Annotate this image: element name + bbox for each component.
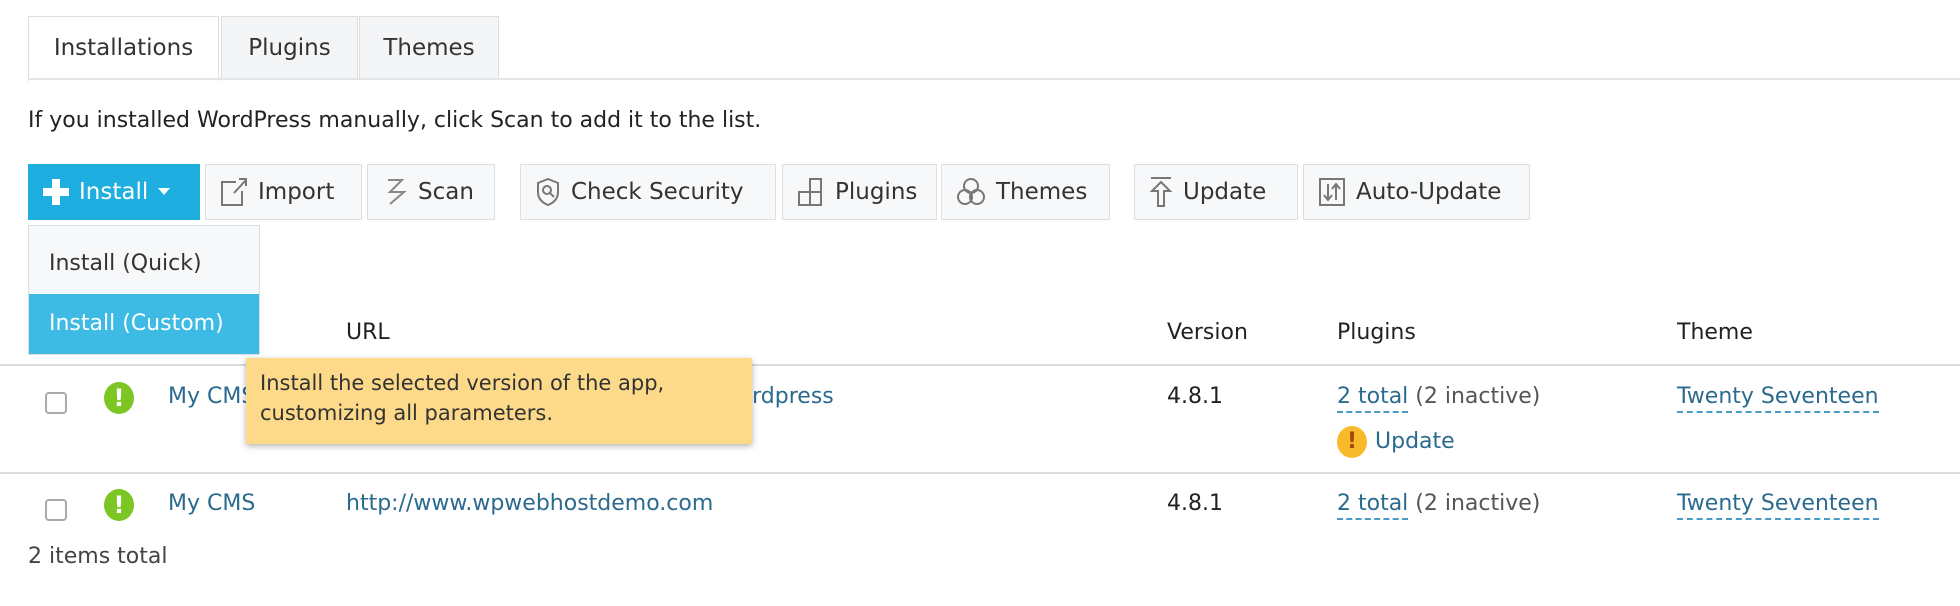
auto-update-label: Auto-Update xyxy=(1356,179,1502,205)
import-button[interactable]: Import xyxy=(205,164,362,220)
theme-link[interactable]: Twenty Seventeen xyxy=(1677,491,1879,520)
tab-installations[interactable]: Installations xyxy=(28,16,219,81)
install-dropdown-menu: Install (Quick) Install (Custom) xyxy=(28,225,260,355)
plugins-inactive: (2 inactive) xyxy=(1415,384,1541,409)
plugins-total-link[interactable]: 2 total xyxy=(1337,491,1409,520)
column-header-url[interactable]: URL xyxy=(346,320,390,345)
scan-button[interactable]: Scan xyxy=(367,164,495,220)
status-ok-icon: ! xyxy=(104,489,134,521)
installation-url-link[interactable]: http://www.wpwebhostdemo.com xyxy=(346,491,713,516)
theme-link[interactable]: Twenty Seventeen xyxy=(1677,384,1879,413)
auto-update-icon xyxy=(1319,178,1345,206)
plugins-icon xyxy=(798,178,822,206)
items-total: 2 items total xyxy=(28,544,168,569)
update-button[interactable]: Update xyxy=(1134,164,1298,220)
check-security-label: Check Security xyxy=(571,179,744,205)
version-value: 4.8.1 xyxy=(1167,384,1223,409)
row-checkbox[interactable] xyxy=(45,499,67,521)
plugins-label: Plugins xyxy=(835,179,918,205)
plugins-button[interactable]: Plugins xyxy=(782,164,937,220)
import-label: Import xyxy=(258,179,335,205)
plugins-update-link[interactable]: Update xyxy=(1375,429,1455,454)
row-divider xyxy=(0,472,1960,474)
auto-update-button[interactable]: Auto-Update xyxy=(1303,164,1530,220)
column-header-theme[interactable]: Theme xyxy=(1677,320,1753,345)
themes-icon xyxy=(957,178,985,205)
tab-divider xyxy=(28,78,1960,80)
scan-hint: If you installed WordPress manually, cli… xyxy=(28,108,762,133)
column-header-version[interactable]: Version xyxy=(1167,320,1248,345)
version-value: 4.8.1 xyxy=(1167,491,1223,516)
row-checkbox[interactable] xyxy=(45,392,67,414)
scan-label: Scan xyxy=(418,179,474,205)
themes-button[interactable]: Themes xyxy=(941,164,1110,220)
update-arrow-icon xyxy=(1149,177,1173,207)
tooltip: Install the selected version of the app,… xyxy=(246,358,752,444)
tooltip-line: customizing all parameters. xyxy=(260,401,554,425)
caret-down-icon xyxy=(158,188,171,195)
install-label: Install xyxy=(79,179,149,205)
installation-name-link[interactable]: My CMS xyxy=(168,491,255,516)
shield-icon xyxy=(537,177,559,207)
plugins-update[interactable]: ! Update xyxy=(1337,426,1455,458)
menu-item-install-custom[interactable]: Install (Custom) xyxy=(29,294,259,354)
warning-icon: ! xyxy=(1337,426,1367,458)
import-icon xyxy=(221,178,247,206)
plus-icon xyxy=(43,179,69,205)
status-ok-icon: ! xyxy=(104,382,134,414)
menu-item-install-quick[interactable]: Install (Quick) xyxy=(29,234,259,294)
tab-plugins[interactable]: Plugins xyxy=(221,16,358,79)
tab-themes[interactable]: Themes xyxy=(359,16,499,79)
installation-name-link[interactable]: My CMS xyxy=(168,384,255,409)
update-label: Update xyxy=(1183,179,1267,205)
plugins-cell: 2 total (2 inactive) xyxy=(1337,491,1541,520)
themes-label: Themes xyxy=(996,179,1088,205)
scan-icon xyxy=(387,179,407,205)
plugins-cell: 2 total (2 inactive) xyxy=(1337,384,1541,413)
column-header-plugins[interactable]: Plugins xyxy=(1337,320,1416,345)
plugins-inactive: (2 inactive) xyxy=(1415,491,1541,516)
tooltip-line: Install the selected version of the app, xyxy=(260,371,665,395)
plugins-total-link[interactable]: 2 total xyxy=(1337,384,1409,413)
check-security-button[interactable]: Check Security xyxy=(520,164,776,220)
install-button[interactable]: Install xyxy=(28,164,200,220)
